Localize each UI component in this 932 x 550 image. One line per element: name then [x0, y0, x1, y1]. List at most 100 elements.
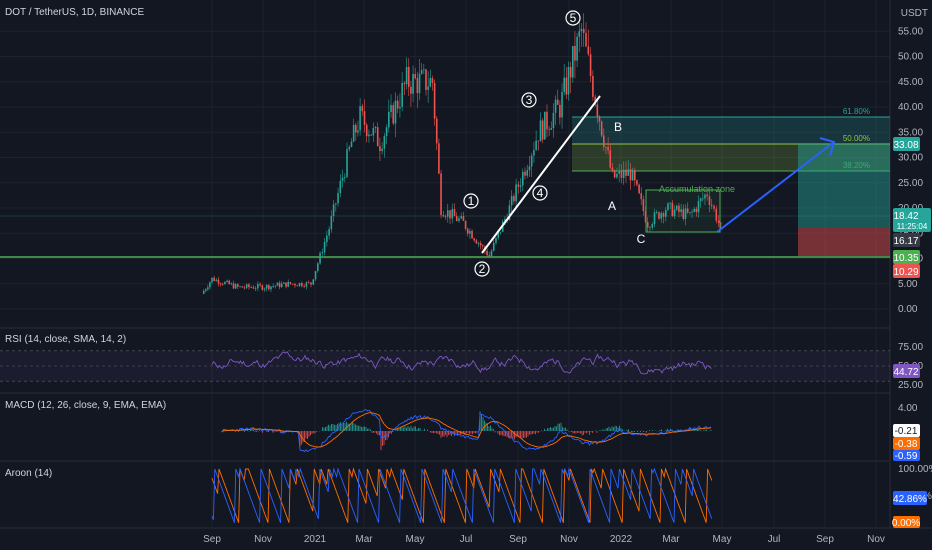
candle-body: [582, 28, 585, 33]
macd-histogram-bar: [332, 424, 334, 431]
candle-body: [671, 202, 674, 217]
macd-histogram-bar: [316, 431, 317, 432]
candle-body: [207, 287, 209, 290]
wave-label: 2: [479, 262, 486, 276]
candle-body: [202, 290, 205, 294]
candle-body: [307, 282, 310, 284]
macd-histogram-bar: [602, 429, 604, 431]
candle-body: [625, 169, 627, 176]
macd-histogram-bar: [481, 414, 482, 431]
candle-body: [440, 173, 442, 216]
candle-body: [248, 284, 250, 288]
price-axis-label: 50.00: [898, 52, 923, 63]
long-position-stop-zone[interactable]: [798, 228, 890, 256]
candle-body: [563, 77, 565, 92]
macd-histogram-bar: [371, 431, 373, 433]
macd-histogram-bar: [431, 431, 433, 434]
macd-histogram-bar: [242, 430, 244, 431]
candle-body: [655, 212, 658, 213]
macd-histogram-bar: [397, 429, 398, 431]
time-axis-label: Mar: [662, 534, 680, 545]
candle-body: [603, 135, 605, 148]
long-position-target-zone[interactable]: [798, 144, 890, 228]
candle-body: [634, 170, 636, 181]
candle-body: [252, 287, 255, 289]
macd-histogram-bar: [302, 431, 304, 443]
macd-histogram-bar: [571, 431, 572, 432]
macd-histogram-bar: [545, 430, 547, 431]
badge-aroon-up-text: 42.86%: [893, 494, 927, 505]
candle-body: [250, 287, 252, 288]
macd-histogram-bar: [649, 430, 650, 431]
candle-body: [263, 288, 266, 290]
candle-body: [274, 285, 277, 287]
macd-histogram-bar: [503, 431, 505, 437]
candle-body: [390, 105, 392, 113]
candle-body: [241, 286, 244, 288]
macd-histogram-bar: [445, 431, 446, 435]
macd-histogram-bar: [416, 429, 418, 431]
macd-histogram-bar: [652, 430, 653, 431]
candle-body: [399, 107, 401, 109]
badge-macd-line: -0.59: [893, 450, 920, 462]
correction-label: A: [608, 199, 616, 213]
macd-histogram-bar: [409, 427, 410, 431]
macd-histogram-bar: [310, 431, 311, 436]
macd-histogram-bar: [259, 430, 260, 431]
candle-body: [684, 208, 687, 219]
chart-title: DOT / TetherUS, 1D, BINANCE: [5, 7, 144, 18]
chart-canvas[interactable]: 61.80% 50.00% 38.20% Accumulation zone 1…: [0, 0, 932, 550]
macd-histogram-bar: [526, 431, 527, 438]
macd-histogram-bar: [488, 426, 490, 431]
time-axis-label: Jul: [768, 534, 781, 545]
candle-body: [704, 194, 706, 199]
candle-body: [343, 176, 346, 178]
candle-body: [471, 231, 473, 239]
macd-histogram-bar: [536, 431, 538, 433]
candle-body: [239, 286, 241, 288]
candle-body: [611, 167, 614, 171]
candle-body: [642, 199, 645, 211]
macd-histogram-bar: [547, 428, 548, 431]
macd-histogram-bar: [266, 431, 268, 433]
macd-histogram-bar: [640, 431, 641, 433]
macd-histogram-bar: [475, 431, 476, 434]
candle-body: [578, 31, 581, 37]
candle-body: [234, 284, 237, 289]
fib-label-50: 50.00%: [843, 134, 870, 143]
macd-histogram-bar: [634, 431, 635, 432]
trend-line[interactable]: [481, 95, 601, 254]
candle-body: [368, 134, 370, 137]
macd-histogram-bar: [544, 428, 545, 431]
badge-stop-text: 10.29: [893, 267, 918, 278]
time-axis-label: Nov: [254, 534, 272, 545]
badge-target: 33.08: [893, 137, 920, 151]
time-axis-label: 2022: [610, 534, 633, 545]
macd-histogram-bar: [476, 431, 478, 434]
candle-body: [217, 279, 220, 284]
candle-body: [580, 28, 583, 32]
candle-body: [541, 120, 544, 140]
candle-body: [673, 209, 676, 217]
candle-body: [289, 281, 292, 284]
candle-body: [392, 105, 395, 124]
candle-body: [305, 282, 308, 287]
candle-body: [359, 106, 361, 131]
macd-histogram-bar: [581, 431, 583, 436]
candle-body: [596, 104, 599, 117]
candle-body: [317, 263, 319, 272]
macd-histogram-bar: [607, 427, 608, 431]
macd-histogram-bar: [364, 426, 365, 431]
macd-histogram-bar: [497, 431, 499, 434]
candle-body: [464, 220, 467, 229]
macd-histogram-bar: [563, 427, 565, 431]
currency-label: USDT: [901, 8, 928, 19]
macd-histogram-bar: [253, 429, 254, 431]
macd-histogram-bar: [487, 424, 488, 431]
candle-body: [328, 229, 330, 236]
macd-histogram-bar: [632, 431, 634, 433]
candle-body: [224, 281, 226, 285]
candle-body: [618, 170, 620, 174]
candle-body: [550, 128, 553, 130]
candle-body: [609, 150, 612, 168]
